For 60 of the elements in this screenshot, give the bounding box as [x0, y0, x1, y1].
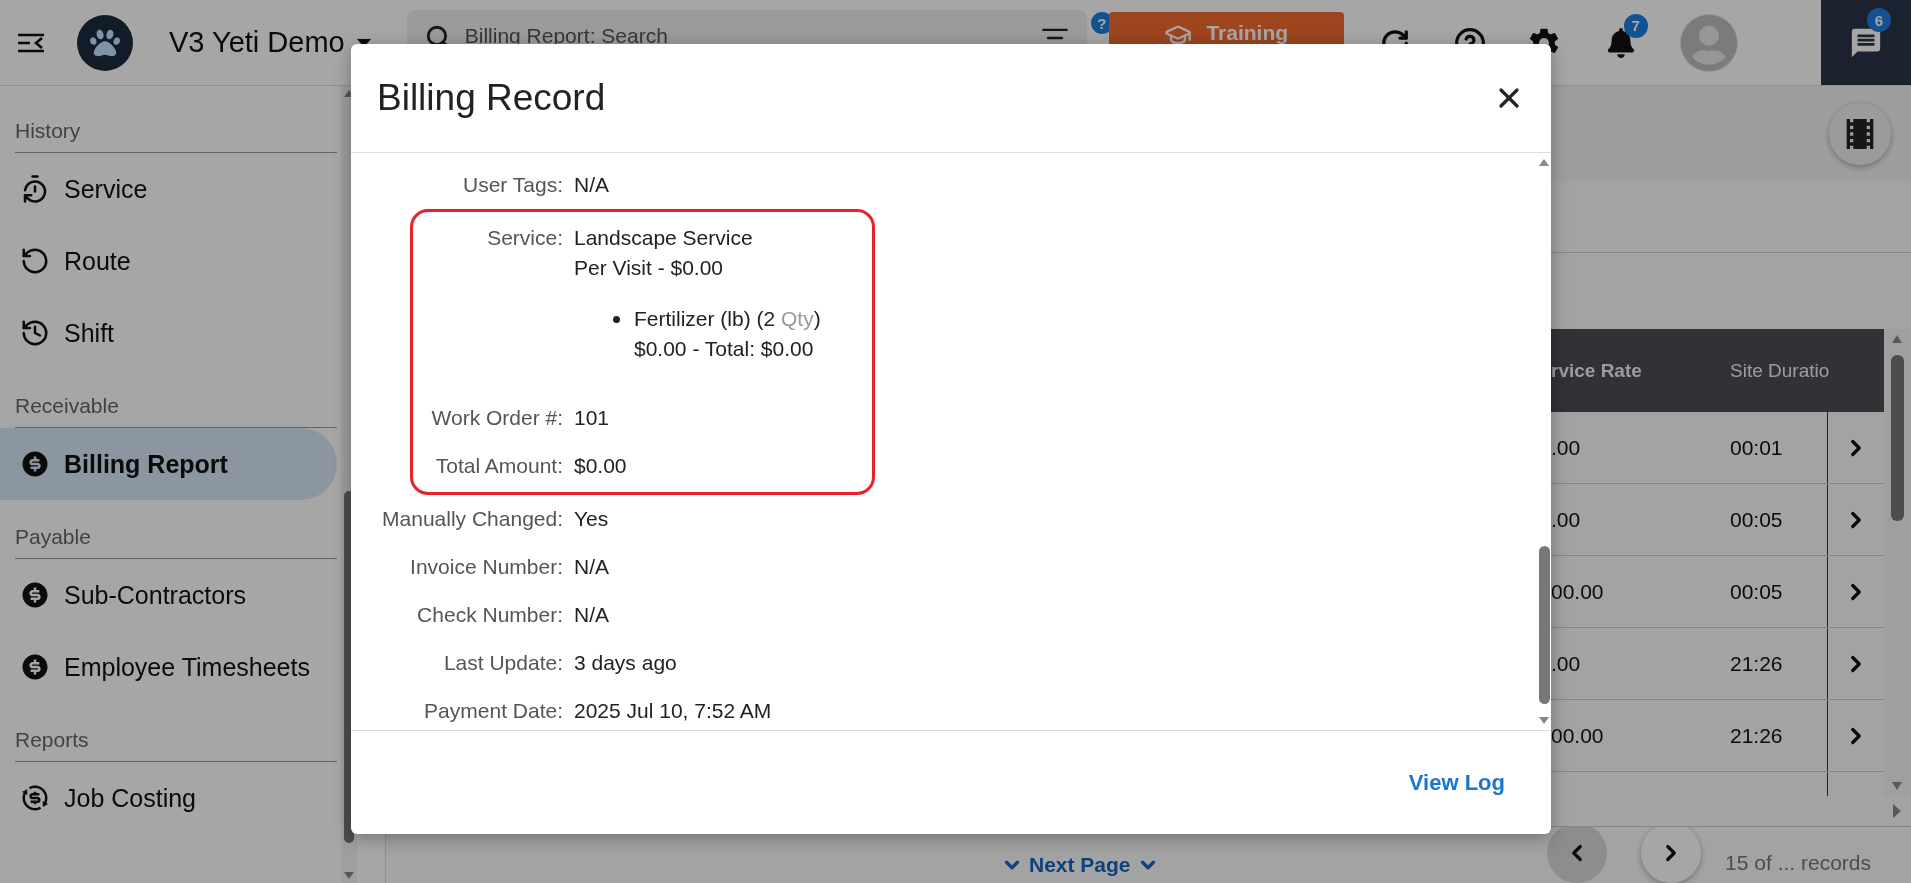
dollar-coin-icon: [20, 580, 50, 610]
column-header[interactable]: Site Duratio: [1730, 359, 1827, 382]
column-header[interactable]: rvice Rate: [1551, 359, 1730, 382]
history-icon: [20, 318, 50, 348]
view-log-link[interactable]: View Log: [1408, 769, 1505, 796]
field-label: User Tags:: [462, 172, 563, 198]
record-count: 15 of ... records: [1725, 851, 1871, 875]
dollar-coin-icon: [20, 652, 50, 682]
field-value: Landscape Service: [574, 225, 754, 251]
table-cell-text: 00:05: [1730, 579, 1784, 604]
field-value: 101: [574, 405, 610, 431]
field-label: Check Number:: [416, 602, 563, 628]
table-cell-text: .00: [1551, 507, 1582, 532]
table-cell-text: .00: [1551, 651, 1582, 676]
table-cell-text: 21:26: [1730, 723, 1784, 748]
table-cell-text: 00:05: [1730, 507, 1784, 532]
table-cell-text: 00.00: [1551, 723, 1605, 748]
sidebar-item[interactable]: Employee Timesheets: [0, 631, 337, 703]
notification-badge: 7: [1623, 13, 1648, 38]
field-value: 2025 Jul 10, 7:52 AM: [574, 698, 772, 724]
field-label: Last Update:: [442, 650, 563, 676]
sidebar-item[interactable]: Route: [0, 225, 337, 297]
dollar-exchange-icon: [20, 783, 50, 813]
sidebar-item[interactable]: Sub-Contractors: [0, 559, 337, 631]
video-button[interactable]: [1829, 102, 1891, 165]
dollar-coin-icon: [20, 449, 50, 479]
table-cell-text: 00:01: [1730, 435, 1784, 460]
sidebar-item[interactable]: Job Costing: [0, 762, 337, 834]
sidebar-item[interactable]: Shift: [0, 297, 337, 369]
field-label: Invoice Number:: [409, 554, 563, 580]
table-cell-text: 00.00: [1551, 579, 1605, 604]
field-value: 3 days ago: [574, 650, 677, 676]
message-badge: 6: [1867, 8, 1891, 32]
field-value: Per Visit - $0.00: [574, 255, 725, 281]
bullet-icon: [613, 316, 620, 323]
next-page-link[interactable]: Next Page: [1001, 853, 1159, 877]
sidebar-item[interactable]: Billing Report: [0, 428, 337, 500]
field-label: Work Order #:: [430, 405, 563, 431]
search-field[interactable]: Billing Report: Search: [464, 24, 1027, 48]
field-label: Service:: [486, 225, 563, 251]
field-label: Total Amount:: [434, 453, 563, 479]
field-value: Yes: [574, 506, 609, 532]
dialog-title: Billing Record: [377, 77, 606, 119]
scrollbar[interactable]: [1884, 329, 1911, 796]
menu-icon[interactable]: [18, 32, 44, 53]
field-label: Payment Date:: [423, 698, 563, 724]
table-cell-text: .00: [1551, 435, 1582, 460]
field-value: N/A: [574, 602, 609, 628]
section-title: History: [15, 119, 337, 153]
field-value: N/A: [574, 172, 609, 198]
rotate-arrow-icon: [20, 246, 50, 276]
field-value: N/A: [574, 554, 609, 580]
sidebar-item[interactable]: Service: [0, 153, 337, 225]
field-label: Manually Changed:: [381, 506, 563, 532]
item-name: Fertilizer (lb) (2 Qty): [634, 306, 821, 332]
section-title: Reports: [15, 728, 337, 762]
table-cell-text: 21:26: [1730, 651, 1784, 676]
item-detail: $0.00 - Total: $0.00: [634, 336, 815, 362]
section-title: Payable: [15, 525, 337, 559]
field-value: $0.00: [574, 453, 627, 479]
